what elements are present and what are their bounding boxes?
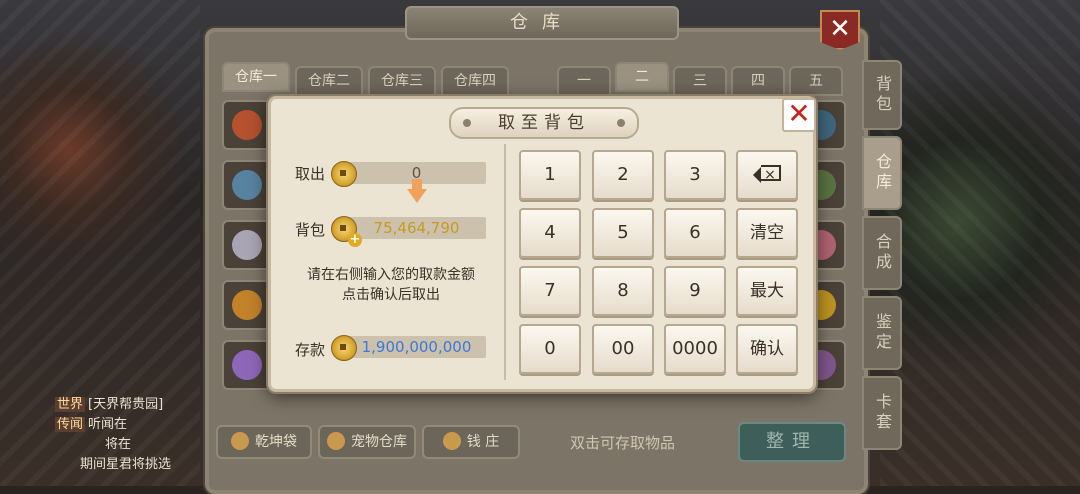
pet-warehouse-button[interactable]: 宠物仓库 xyxy=(318,425,416,459)
tab-warehouse-1[interactable]: 仓库一 xyxy=(222,62,290,92)
deposit-label: 存款 xyxy=(295,341,326,359)
deposit-value: 1,900,000,000 xyxy=(347,336,486,358)
key-00[interactable]: 00 xyxy=(592,324,654,374)
side-tab-warehouse[interactable]: 仓库 xyxy=(862,136,902,210)
side-tab-identify[interactable]: 鉴定 xyxy=(862,296,902,370)
warehouse-title: 仓库 xyxy=(405,6,679,40)
backspace-button[interactable] xyxy=(736,150,798,200)
tab-page-3[interactable]: 三 xyxy=(673,66,727,96)
backspace-icon xyxy=(753,165,781,183)
key-0000[interactable]: 0000 xyxy=(664,324,726,374)
key-6[interactable]: 6 xyxy=(664,208,726,258)
chat-line: 期间星君将挑选 xyxy=(80,457,172,472)
tab-page-1[interactable]: 一 xyxy=(557,66,611,96)
item-slot[interactable] xyxy=(222,340,272,390)
item-slot[interactable] xyxy=(222,160,272,210)
item-slot[interactable] xyxy=(222,220,272,270)
bag-value: 75,464,790 xyxy=(347,217,486,239)
bag-icon xyxy=(231,432,249,450)
confirm-button[interactable]: 确认 xyxy=(736,324,798,374)
key-7[interactable]: 7 xyxy=(519,266,581,316)
chat-line: 将在 xyxy=(105,437,132,452)
coin-icon xyxy=(331,335,357,361)
key-5[interactable]: 5 xyxy=(592,208,654,258)
clear-button[interactable]: 清空 xyxy=(736,208,798,258)
withdraw-dialog: 取至背包 ✕ 取出 0 背包 75,464,790 + 请在右侧输入您的取款金额… xyxy=(268,96,816,392)
sort-button[interactable]: 整理 xyxy=(738,422,846,462)
notice-line: 请在右侧输入您的取款金额 xyxy=(307,267,475,283)
arrow-down-icon xyxy=(407,179,427,203)
tab-warehouse-2[interactable]: 仓库二 xyxy=(295,66,363,96)
close-icon: ✕ xyxy=(787,97,811,130)
notice-line: 点击确认后取出 xyxy=(342,287,440,303)
item-slot[interactable] xyxy=(222,280,272,330)
warehouse-close-button[interactable]: ✕ xyxy=(820,10,860,50)
notice-text: 请在右侧输入您的取款金额 点击确认后取出 xyxy=(301,265,481,305)
dialog-title: 取至背包 xyxy=(449,107,639,139)
side-tab-synthesize[interactable]: 合成 xyxy=(862,216,902,290)
max-button[interactable]: 最大 xyxy=(736,266,798,316)
close-icon: ✕ xyxy=(829,14,851,44)
hint-text: 双击可存取物品 xyxy=(570,434,676,452)
qiankun-bag-button[interactable]: 乾坤袋 xyxy=(216,425,312,459)
side-tab-card[interactable]: 卡套 xyxy=(862,376,902,450)
key-3[interactable]: 3 xyxy=(664,150,726,200)
tab-page-5[interactable]: 五 xyxy=(789,66,843,96)
key-8[interactable]: 8 xyxy=(592,266,654,316)
key-0[interactable]: 0 xyxy=(519,324,581,374)
bank-icon xyxy=(442,432,461,450)
item-slot[interactable] xyxy=(222,100,272,150)
chat-line: 传闻 听闻在 xyxy=(55,417,128,432)
side-tab-bag[interactable]: 背包 xyxy=(862,60,902,130)
tab-page-4[interactable]: 四 xyxy=(731,66,785,96)
divider xyxy=(504,144,506,380)
bank-button[interactable]: 钱 庄 xyxy=(422,425,520,459)
coin-icon xyxy=(331,161,357,187)
tab-page-2[interactable]: 二 xyxy=(615,62,669,92)
withdraw-label: 取出 xyxy=(295,165,326,183)
key-4[interactable]: 4 xyxy=(519,208,581,258)
key-2[interactable]: 2 xyxy=(592,150,654,200)
tab-warehouse-3[interactable]: 仓库三 xyxy=(368,66,436,96)
tab-warehouse-4[interactable]: 仓库四 xyxy=(441,66,509,96)
paw-icon xyxy=(327,432,345,450)
chat-line: 世界 [天界帮贵园] xyxy=(55,397,164,412)
bag-label: 背包 xyxy=(295,221,326,239)
dialog-close-button[interactable]: ✕ xyxy=(782,98,816,132)
key-9[interactable]: 9 xyxy=(664,266,726,316)
coin-plus-icon: + xyxy=(331,216,362,247)
key-1[interactable]: 1 xyxy=(519,150,581,200)
